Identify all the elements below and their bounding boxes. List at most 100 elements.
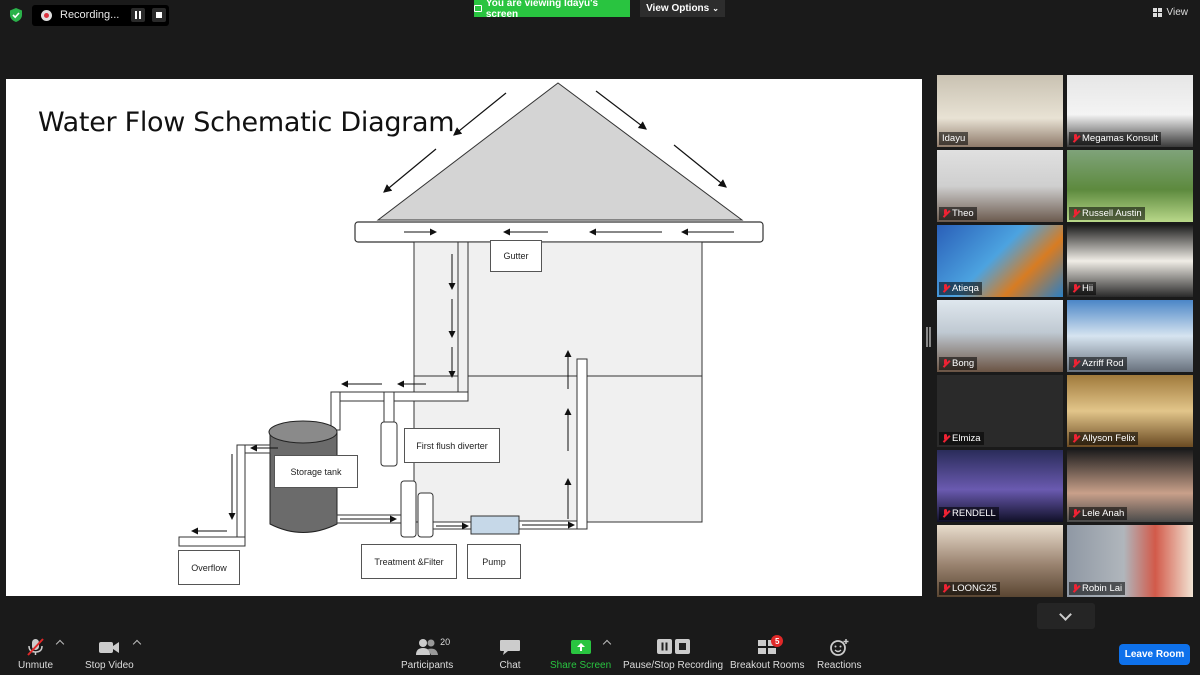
muted-microphone-icon — [1072, 209, 1079, 218]
participant-tile[interactable]: Robin Lai — [1067, 525, 1193, 597]
muted-microphone-icon — [942, 509, 949, 518]
muted-microphone-icon — [26, 638, 44, 656]
participant-name-tag: Bong — [939, 357, 978, 370]
view-options-button[interactable]: View Options ⌄ — [640, 0, 725, 17]
muted-microphone-icon — [1072, 584, 1079, 593]
share-screen-label: Share Screen — [550, 660, 612, 671]
chat-label: Chat — [499, 660, 521, 671]
unmute-label: Unmute — [18, 660, 54, 671]
participant-name-tag: Allyson Felix — [1069, 432, 1139, 445]
participant-name: Azriff Rod — [1082, 358, 1124, 369]
participant-name-tag: Idayu — [939, 132, 969, 145]
first-flush-diverter-label: First flush diverter — [404, 428, 500, 463]
storage-tank-label: Storage tank — [274, 455, 358, 488]
chat-bubble-icon — [500, 640, 520, 655]
view-label: View — [1166, 7, 1189, 18]
participant-tile[interactable]: LOONG25 — [937, 525, 1063, 597]
participant-name: Atieqa — [952, 283, 979, 294]
participant-name: Bong — [952, 358, 975, 369]
recording-label: Recording... — [60, 9, 120, 21]
participant-tile[interactable]: Lele Anah — [1067, 450, 1193, 522]
participant-name-tag: Russell Austin — [1069, 207, 1145, 220]
participant-name-tag: Lele Anah — [1069, 507, 1128, 520]
pump-label: Pump — [467, 544, 521, 579]
participant-name-tag: Theo — [939, 207, 977, 220]
participant-name-tag: Elmiza — [939, 432, 984, 445]
pause-stop-recording-icon — [657, 639, 691, 654]
viewing-screen-label: You are viewing Idayu's screen — [485, 0, 599, 20]
muted-microphone-icon — [1072, 284, 1079, 293]
participant-name: Lele Anah — [1082, 508, 1125, 519]
participants-label: Participants — [401, 660, 454, 671]
participant-name: RENDELL — [952, 508, 996, 519]
chevron-down-icon: ⌄ — [712, 4, 719, 13]
participant-name: Idayu — [942, 133, 966, 144]
participant-name: Elmiza — [952, 433, 981, 444]
overflow-label: Overflow — [178, 550, 240, 585]
leave-room-button[interactable]: Leave Room — [1119, 644, 1190, 665]
splitter-handle[interactable] — [926, 327, 928, 347]
participant-name-tag: Atieqa — [939, 282, 982, 295]
participants-button[interactable]: 20 Participants — [401, 637, 454, 671]
breakout-rooms-label: Breakout Rooms — [730, 660, 805, 671]
participant-tile[interactable]: Bong — [937, 300, 1063, 372]
participant-name: Allyson Felix — [1082, 433, 1136, 444]
muted-microphone-icon — [942, 359, 949, 368]
participants-icon — [416, 639, 439, 655]
participant-name-tag: Robin Lai — [1069, 582, 1126, 595]
participant-name-tag: RENDELL — [939, 507, 999, 520]
stop-recording-icon[interactable] — [152, 8, 166, 22]
reactions-label: Reactions — [817, 660, 862, 671]
water-flow-diagram — [178, 82, 764, 547]
zoom-meeting-window: Recording... You are viewing Idayu's scr… — [0, 0, 1200, 675]
participant-tile[interactable]: Azriff Rod — [1067, 300, 1193, 372]
participant-tile[interactable]: Elmiza — [937, 375, 1063, 447]
splitter-handle-line — [929, 327, 931, 347]
participant-tile[interactable]: Idayu — [937, 75, 1063, 147]
participant-tile[interactable]: RENDELL — [937, 450, 1063, 522]
participant-name: LOONG25 — [952, 583, 997, 594]
reactions-button[interactable]: Reactions — [817, 638, 861, 671]
smiley-reaction-icon — [830, 639, 849, 656]
gallery-next-page-button[interactable] — [1037, 603, 1095, 629]
share-screen-icon — [570, 640, 591, 654]
gutter-label: Gutter — [490, 240, 542, 272]
treatment-filter-label: Treatment &Filter — [361, 544, 457, 579]
participant-tile[interactable]: Theo — [937, 150, 1063, 222]
view-button[interactable]: View — [1152, 7, 1189, 18]
muted-microphone-icon — [1072, 509, 1079, 518]
participant-name: Russell Austin — [1082, 208, 1142, 219]
shared-screen: Water Flow Schematic Diagram Gutter Firs… — [6, 79, 922, 596]
participant-name-tag: Azriff Rod — [1069, 357, 1127, 370]
participant-tile[interactable]: Megamas Konsult — [1067, 75, 1193, 147]
participants-count: 20 — [440, 637, 451, 647]
muted-microphone-icon — [942, 284, 949, 293]
audio-options-chevron-icon[interactable] — [55, 639, 65, 649]
breakout-rooms-button[interactable]: 5 Breakout Rooms — [730, 635, 805, 671]
view-options-label: View Options — [646, 3, 710, 14]
muted-microphone-icon — [1072, 434, 1079, 443]
pause-stop-recording-label: Pause/Stop Recording — [623, 660, 724, 671]
muted-microphone-icon — [1072, 134, 1079, 143]
chat-button[interactable]: Chat — [498, 638, 522, 671]
grid-view-icon — [1152, 7, 1163, 18]
participant-name: Hii — [1082, 283, 1094, 294]
participant-name: Megamas Konsult — [1082, 133, 1159, 144]
participant-name: Robin Lai — [1082, 583, 1123, 594]
pause-recording-icon[interactable] — [131, 8, 145, 22]
participant-tile[interactable]: Russell Austin — [1067, 150, 1193, 222]
participant-tile[interactable]: Atieqa — [937, 225, 1063, 297]
viewing-screen-banner: You are viewing Idayu's screen — [474, 0, 630, 20]
muted-microphone-icon — [942, 584, 949, 593]
video-camera-icon — [99, 642, 120, 653]
video-options-chevron-icon[interactable] — [132, 639, 142, 649]
participant-tile[interactable]: Hii — [1067, 225, 1193, 297]
unmute-button[interactable]: Unmute — [18, 638, 53, 671]
security-shield-icon[interactable] — [8, 7, 24, 23]
participant-tile[interactable]: Allyson Felix — [1067, 375, 1193, 447]
recording-indicator: Recording... — [32, 5, 169, 26]
participant-name-tag: Hii — [1069, 282, 1097, 295]
muted-microphone-icon — [942, 209, 949, 218]
stop-video-button[interactable]: Stop Video — [85, 638, 134, 671]
pause-stop-recording-button[interactable]: Pause/Stop Recording — [623, 638, 723, 671]
